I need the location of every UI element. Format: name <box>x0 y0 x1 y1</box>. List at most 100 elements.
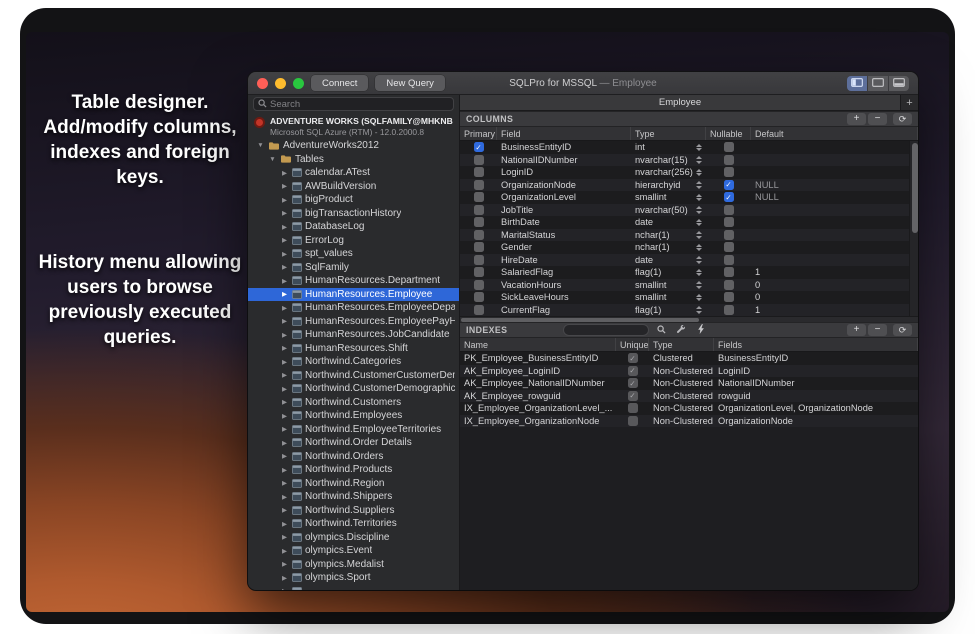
primary-checkbox[interactable] <box>474 255 484 265</box>
unique-checkbox[interactable]: ✓ <box>628 391 638 401</box>
unique-checkbox[interactable] <box>628 403 638 413</box>
tree-item[interactable]: ▶calendar.ATest <box>248 166 459 180</box>
chevron-right-icon[interactable]: ▶ <box>280 385 289 393</box>
chevron-right-icon[interactable]: ▶ <box>280 169 289 177</box>
index-header-unique[interactable]: Unique <box>616 338 649 351</box>
index-row[interactable]: IX_Employee_OrganizationNodeNon-Clustere… <box>460 415 918 428</box>
columns-vertical-scrollbar[interactable] <box>909 141 918 316</box>
tree-item[interactable]: ▶DatabaseLog <box>248 220 459 234</box>
nullable-checkbox[interactable] <box>724 255 734 265</box>
index-actions-button[interactable] <box>693 324 709 336</box>
chevron-right-icon[interactable]: ▶ <box>280 560 289 568</box>
type-stepper-control[interactable] <box>696 206 702 214</box>
chevron-right-icon[interactable]: ▶ <box>280 371 289 379</box>
tree-item[interactable]: ▶Northwind.Territories <box>248 517 459 531</box>
nullable-checkbox[interactable] <box>724 230 734 240</box>
primary-checkbox[interactable] <box>474 292 484 302</box>
tree-item[interactable]: ▶AWBuildVersion <box>248 180 459 194</box>
tree-item[interactable]: ▶olympics.Sport <box>248 571 459 585</box>
unique-checkbox[interactable]: ✓ <box>628 366 638 376</box>
columns-horizontal-scrollbar[interactable] <box>460 316 918 322</box>
chevron-right-icon[interactable]: ▶ <box>280 317 289 325</box>
column-row[interactable]: NationalIDNumbernvarchar(15) <box>460 154 918 167</box>
primary-checkbox[interactable] <box>474 230 484 240</box>
chevron-right-icon[interactable]: ▶ <box>280 479 289 487</box>
nullable-checkbox[interactable] <box>724 280 734 290</box>
chevron-right-icon[interactable]: ▶ <box>280 520 289 528</box>
tree-item[interactable]: ▶HumanResources.EmployeeDepartment... <box>248 301 459 315</box>
primary-checkbox[interactable] <box>474 217 484 227</box>
chevron-down-icon[interactable]: ▼ <box>256 142 265 149</box>
column-row[interactable]: SickLeaveHourssmallint0 <box>460 291 918 304</box>
connect-button[interactable]: Connect <box>311 75 368 91</box>
type-stepper-control[interactable] <box>696 294 702 302</box>
tree-item[interactable]: ▶HumanResources.Department <box>248 274 459 288</box>
chevron-right-icon[interactable]: ▶ <box>280 304 289 312</box>
zoom-button[interactable] <box>293 78 304 89</box>
primary-checkbox[interactable] <box>474 242 484 252</box>
chevron-right-icon[interactable]: ▶ <box>280 439 289 447</box>
column-row[interactable]: MaritalStatusnchar(1) <box>460 229 918 242</box>
view-toggle-content[interactable] <box>868 76 888 91</box>
chevron-right-icon[interactable]: ▶ <box>280 331 289 339</box>
tree-item[interactable]: ▶Northwind.Order Details <box>248 436 459 450</box>
primary-checkbox[interactable] <box>474 192 484 202</box>
unique-checkbox[interactable]: ✓ <box>628 378 638 388</box>
chevron-right-icon[interactable]: ▶ <box>280 425 289 433</box>
unique-checkbox[interactable] <box>628 416 638 426</box>
column-header-default[interactable]: Default <box>751 127 918 140</box>
tree-item[interactable]: ▶Northwind.Products <box>248 463 459 477</box>
type-stepper-control[interactable] <box>696 219 702 227</box>
nullable-checkbox[interactable] <box>724 205 734 215</box>
minimize-button[interactable] <box>275 78 286 89</box>
chevron-right-icon[interactable]: ▶ <box>280 398 289 406</box>
nullable-checkbox[interactable] <box>724 167 734 177</box>
close-button[interactable] <box>257 78 268 89</box>
chevron-down-icon[interactable]: ▼ <box>268 156 277 163</box>
tree-item[interactable]: ▶olympics.Event <box>248 544 459 558</box>
chevron-right-icon[interactable]: ▶ <box>280 223 289 231</box>
tree-item[interactable]: ▶spt_values <box>248 247 459 261</box>
nullable-checkbox[interactable] <box>724 217 734 227</box>
primary-checkbox[interactable] <box>474 305 484 315</box>
column-header-primary[interactable]: Primary <box>460 127 497 140</box>
chevron-right-icon[interactable]: ▶ <box>280 493 289 501</box>
tree-item[interactable]: ▶olympics.Discipline <box>248 531 459 545</box>
column-row[interactable]: OrganizationLevelsmallint✓NULL <box>460 191 918 204</box>
primary-checkbox[interactable] <box>474 155 484 165</box>
tree-item[interactable]: ▶olympics.Medalist <box>248 558 459 572</box>
tree-item[interactable]: ▶bigProduct <box>248 193 459 207</box>
chevron-right-icon[interactable]: ▶ <box>280 196 289 204</box>
add-tab-button[interactable]: + <box>901 95 918 110</box>
tree-item[interactable]: ▶Northwind.CustomerDemographics <box>248 382 459 396</box>
type-stepper-control[interactable] <box>696 269 702 277</box>
column-row[interactable]: OrganizationNodehierarchyid✓NULL <box>460 179 918 192</box>
chevron-right-icon[interactable]: ▶ <box>280 452 289 460</box>
tree-folder[interactable]: ▼Tables <box>248 153 459 167</box>
type-stepper-control[interactable] <box>696 256 702 264</box>
type-stepper-control[interactable] <box>696 181 702 189</box>
chevron-right-icon[interactable]: ▶ <box>280 574 289 582</box>
sidebar-search-input[interactable] <box>270 99 449 110</box>
column-row[interactable]: JobTitlenvarchar(50) <box>460 204 918 217</box>
tree-item[interactable]: ▶HumanResources.JobCandidate <box>248 328 459 342</box>
remove-column-button[interactable]: − <box>868 113 887 125</box>
index-row[interactable]: IX_Employee_OrganizationLevel_...Non-Clu… <box>460 402 918 415</box>
primary-checkbox[interactable] <box>474 205 484 215</box>
index-header-type[interactable]: Type <box>649 338 714 351</box>
type-stepper-control[interactable] <box>696 281 702 289</box>
chevron-right-icon[interactable]: ▶ <box>280 182 289 190</box>
tree-item[interactable]: ▶Northwind.Suppliers <box>248 504 459 518</box>
column-row[interactable]: LoginIDnvarchar(256) <box>460 166 918 179</box>
tree-item[interactable]: ▶Northwind.Orders <box>248 450 459 464</box>
chevron-right-icon[interactable]: ▶ <box>280 277 289 285</box>
column-header-type[interactable]: Type <box>631 127 706 140</box>
tree-item[interactable]: ▶Northwind.Categories <box>248 355 459 369</box>
primary-checkbox[interactable] <box>474 267 484 277</box>
indexes-filter-input[interactable] <box>568 325 644 335</box>
refresh-indexes-button[interactable]: ⟳ <box>893 324 912 336</box>
tree-folder[interactable]: ▼AdventureWorks2012 <box>248 139 459 153</box>
index-row[interactable]: AK_Employee_LoginID✓Non-ClusteredLoginID <box>460 365 918 378</box>
chevron-right-icon[interactable]: ▶ <box>280 263 289 271</box>
tree-item[interactable]: ▶Northwind.Shippers <box>248 490 459 504</box>
